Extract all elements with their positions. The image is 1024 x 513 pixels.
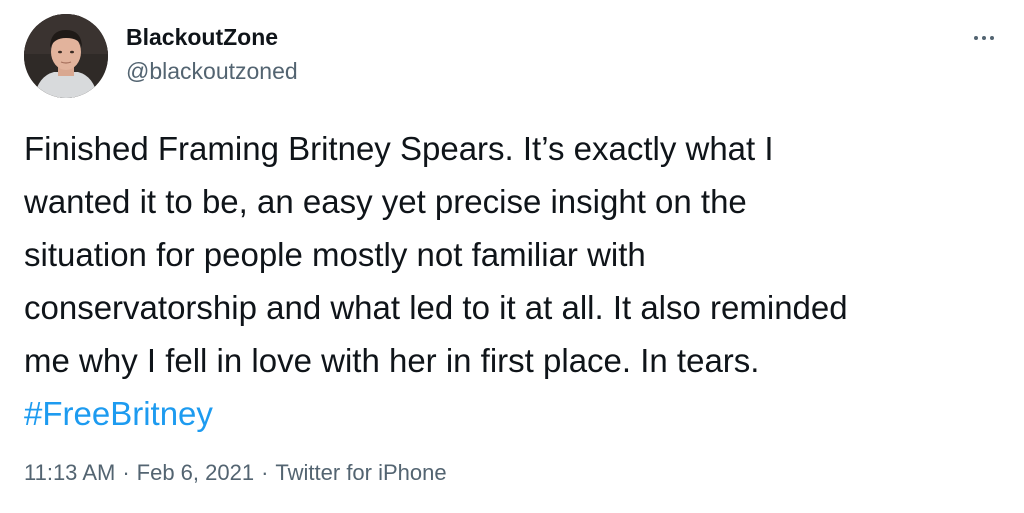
avatar[interactable]	[24, 14, 108, 98]
tweet-source[interactable]: Twitter for iPhone	[275, 460, 446, 485]
profile-photo-icon	[24, 14, 108, 98]
tweet-date[interactable]: Feb 6, 2021	[137, 460, 254, 485]
tweet-text-line: me why I fell in love with her in first …	[24, 342, 760, 379]
more-horizontal-icon	[990, 36, 994, 40]
hashtag-link[interactable]: #FreeBritney	[24, 387, 1009, 440]
tweet-text-line: situation for people mostly not familiar…	[24, 236, 646, 273]
tweet-text-line: wanted it to be, an easy yet precise ins…	[24, 183, 747, 220]
meta-separator: ·	[261, 460, 269, 485]
user-handle[interactable]: @blackoutzoned	[126, 58, 298, 85]
more-horizontal-icon	[974, 36, 978, 40]
tweet-text-line: Finished Framing Britney Spears. It’s ex…	[24, 130, 774, 167]
tweet-text-line: conservatorship and what led to it at al…	[24, 289, 848, 326]
more-options-button[interactable]	[964, 24, 1004, 52]
display-name[interactable]: BlackoutZone	[126, 24, 278, 51]
more-horizontal-icon	[982, 36, 986, 40]
meta-separator: ·	[122, 460, 130, 485]
tweet-time[interactable]: 11:13 AM	[24, 460, 115, 485]
tweet-card: BlackoutZone @blackoutzoned Finished Fra…	[0, 0, 1024, 513]
tweet-meta: 11:13 AM · Feb 6, 2021 · Twitter for iPhone	[24, 460, 447, 486]
tweet-text: Finished Framing Britney Spears. It’s ex…	[24, 122, 1009, 440]
